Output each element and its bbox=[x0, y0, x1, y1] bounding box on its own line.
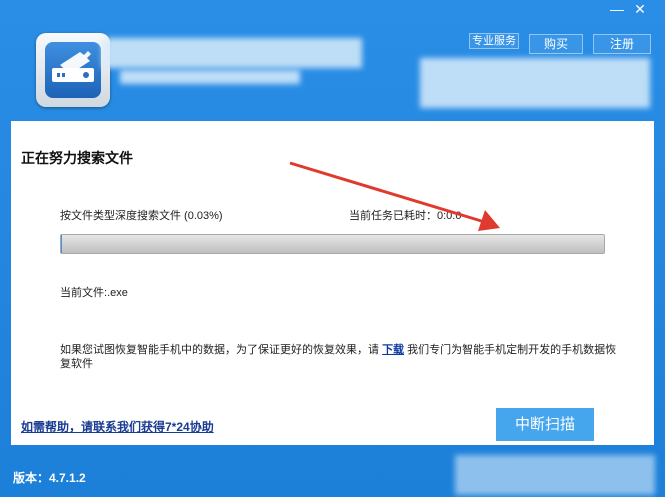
register-button[interactable]: 注册 bbox=[593, 34, 651, 54]
current-file: 当前文件:.exe bbox=[60, 284, 128, 300]
smartphone-notice: 如果您试图恢复智能手机中的数据，为了保证更好的恢复效果，请 下载 我们专门为智能… bbox=[60, 343, 620, 371]
stop-scan-button[interactable]: 中断扫描 bbox=[496, 408, 594, 441]
progress-label: 按文件类型深度搜索文件 (0.03%) bbox=[60, 210, 223, 222]
download-link[interactable]: 下载 bbox=[382, 344, 404, 356]
version-label: 版本：4.7.1.2 bbox=[13, 471, 86, 485]
help-link[interactable]: 如需帮助，请联系我们获得7*24协助 bbox=[21, 418, 214, 435]
blurred-footer-area bbox=[455, 455, 655, 495]
red-arrow-annotation bbox=[289, 161, 500, 231]
buy-button[interactable]: 购买 bbox=[529, 34, 583, 54]
current-file-value: .exe bbox=[107, 287, 128, 299]
blurred-app-name bbox=[102, 38, 362, 68]
blurred-account-area bbox=[420, 58, 650, 108]
app-logo bbox=[36, 33, 110, 107]
close-button[interactable]: ✕ bbox=[629, 0, 651, 18]
pro-service-button[interactable]: 专业服务 bbox=[469, 33, 519, 49]
app-window: — ✕ 专业服务 购买 注册 正在努力搜索文件 按文件类型深度搜索文件 (0.0… bbox=[0, 0, 665, 497]
scan-title: 正在努力搜索文件 bbox=[21, 150, 133, 166]
current-file-label: 当前文件: bbox=[60, 287, 108, 299]
minimize-button[interactable]: — bbox=[606, 0, 628, 18]
hard-drive-wrench-icon bbox=[45, 42, 101, 98]
notice-text-before: 如果您试图恢复智能手机中的数据，为了保证更好的恢复效果，请 bbox=[60, 344, 379, 356]
blurred-subtitle bbox=[120, 70, 300, 84]
scan-panel: 正在努力搜索文件 按文件类型深度搜索文件 (0.03%) 当前任务已耗时：0:0… bbox=[11, 121, 654, 445]
